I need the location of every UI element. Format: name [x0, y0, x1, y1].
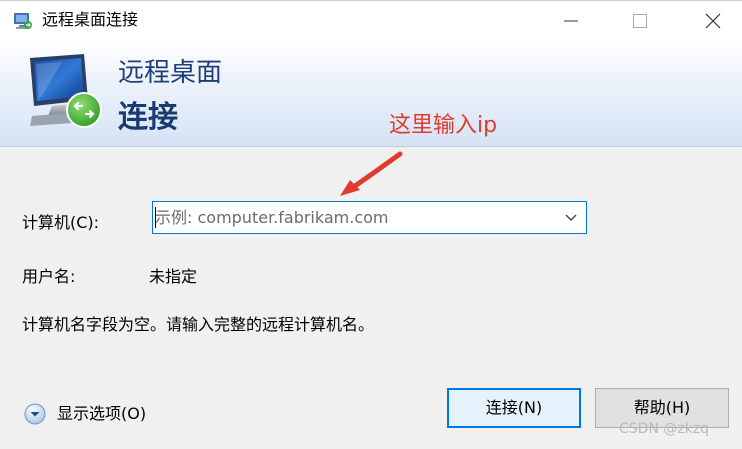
minimize-icon: [564, 20, 578, 22]
computer-label: 计算机(C):: [22, 213, 100, 232]
banner-subtitle: 连接: [118, 100, 178, 135]
show-options-label: 显示选项(O): [57, 404, 147, 423]
maximize-icon: [633, 14, 647, 28]
user-value: 未指定: [149, 267, 198, 286]
window-title: 远程桌面连接: [42, 10, 139, 29]
close-button[interactable]: [690, 1, 736, 41]
chevron-down-circle-icon: [24, 403, 46, 425]
title-bar: 远程桌面连接: [0, 0, 742, 40]
minimize-button[interactable]: [548, 1, 594, 41]
close-icon: [705, 13, 721, 29]
computer-dropdown-button[interactable]: [556, 202, 586, 233]
maximize-button[interactable]: [617, 1, 663, 41]
banner-title: 远程桌面: [118, 58, 223, 88]
show-options-toggle[interactable]: 显示选项(O): [24, 401, 164, 427]
user-label: 用户名:: [22, 267, 76, 286]
banner: 远程桌面 连接: [0, 40, 742, 147]
remote-desktop-icon: [14, 13, 32, 29]
watermark: CSDN @zkzq: [619, 421, 710, 437]
chevron-down-icon: [565, 214, 577, 221]
computer-input[interactable]: [153, 202, 553, 233]
annotation-text: 这里输入ip: [389, 113, 498, 138]
computer-combobox[interactable]: [152, 201, 587, 234]
remote-desktop-monitor-icon: [30, 54, 102, 128]
status-message: 计算机名字段为空。请输入完整的远程计算机名。: [22, 315, 375, 334]
annotation-arrow-icon: [340, 151, 403, 196]
connect-button[interactable]: 连接(N): [447, 388, 581, 428]
text-caret: [155, 207, 156, 228]
